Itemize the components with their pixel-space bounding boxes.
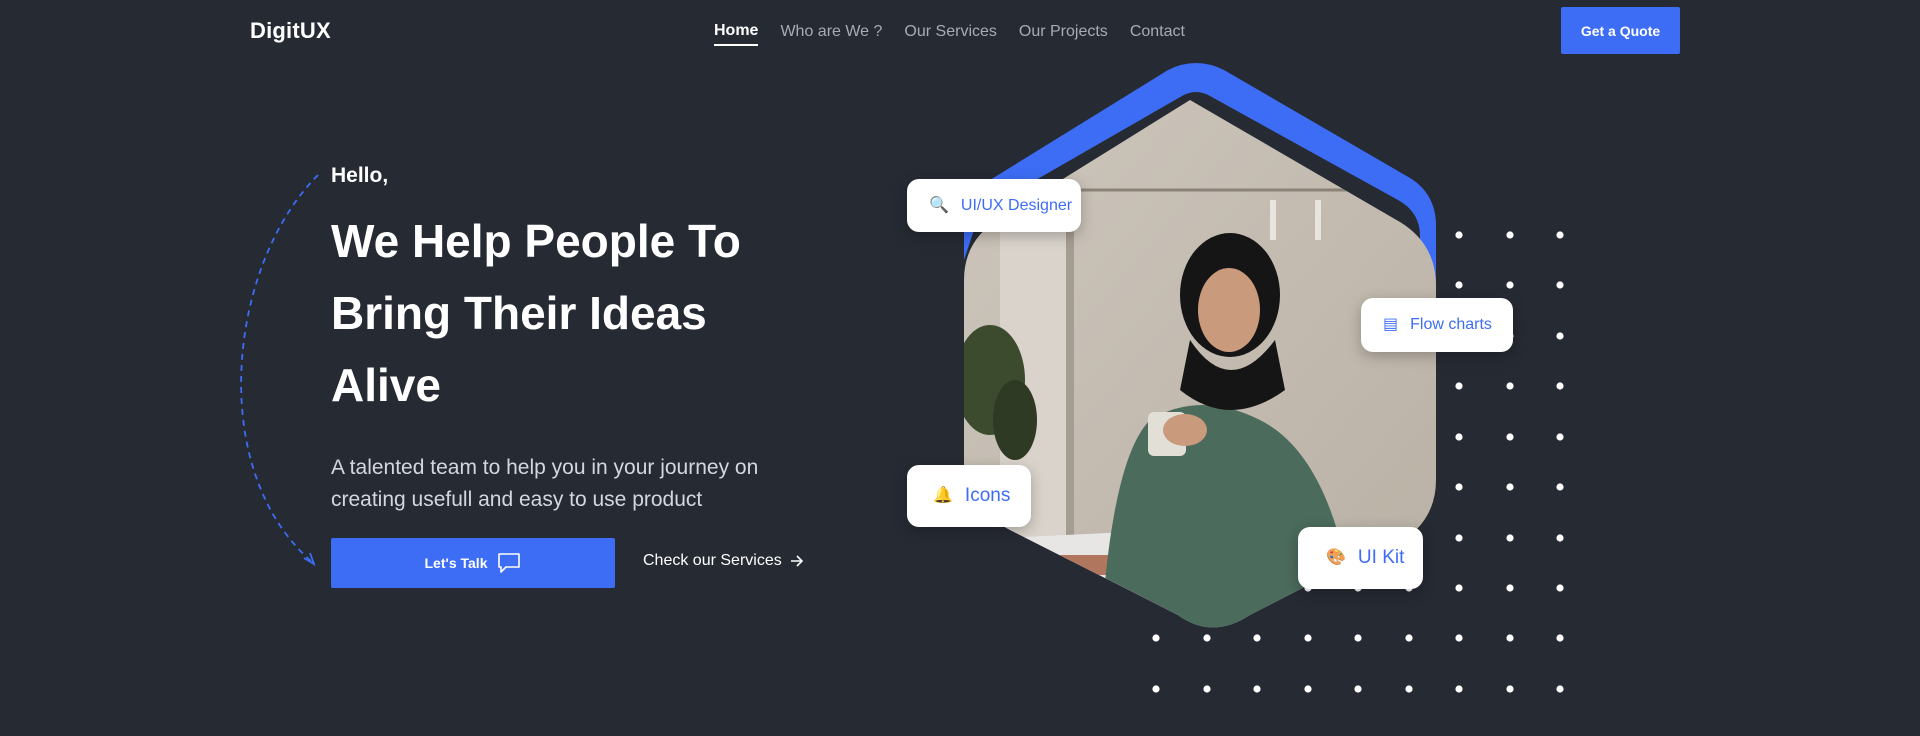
tag-ui-kit[interactable]: 🎨 UI Kit [1298,527,1423,589]
flowchart-icon: ▤ [1383,316,1399,333]
bell-icon: 🔔 [933,487,953,504]
tag-label: UI/UX Designer [960,196,1073,214]
tag-label: Flow charts [1410,316,1492,333]
tag-label: UI Kit [1357,547,1405,568]
tag-flow-charts[interactable]: ▤ Flow charts [1361,298,1513,352]
tag-ui-ux-designer[interactable]: 🔍 UI/UX Designer [907,179,1081,232]
hero-image [964,63,1436,628]
magnifier-icon: 🔍 [929,196,949,214]
palette-icon: 🎨 [1326,549,1346,566]
tag-icons[interactable]: 🔔 Icons [907,465,1031,527]
tag-label: Icons [964,485,1011,506]
